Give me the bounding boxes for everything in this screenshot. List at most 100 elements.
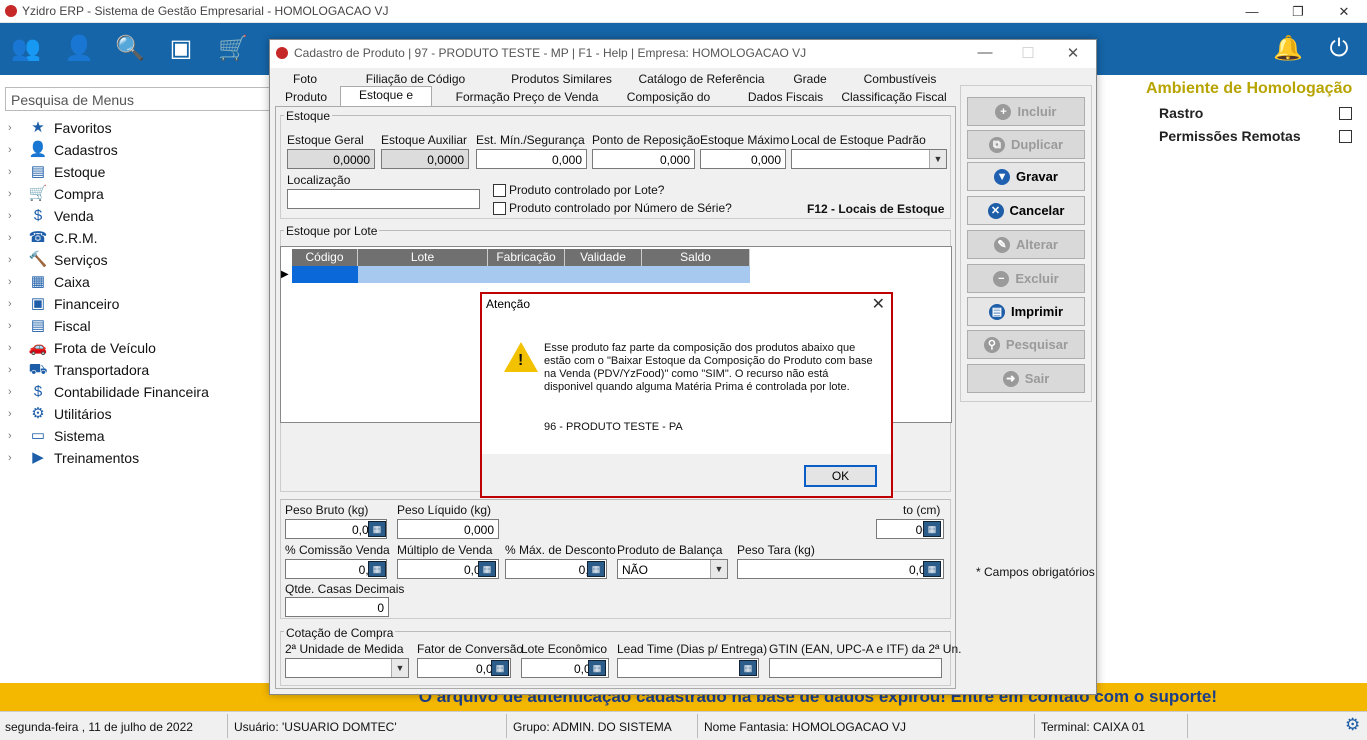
user-card-icon[interactable]: 👤 (62, 33, 96, 65)
tab[interactable]: Foto (275, 70, 335, 88)
casas-decimais-field[interactable]: 0 (285, 597, 389, 617)
calculator-icon[interactable]: ▦ (587, 561, 605, 577)
close-button[interactable]: ✕ (1321, 0, 1367, 23)
chevron-right-icon[interactable]: › (8, 232, 22, 244)
chevron-right-icon[interactable]: › (8, 166, 22, 178)
peso-liquido-field[interactable]: 0,000 (397, 519, 499, 539)
permissoes-checkbox[interactable] (1339, 130, 1352, 143)
action-button[interactable]: ▤ Imprimir (967, 297, 1085, 326)
grid-column-header[interactable]: Saldo (642, 249, 750, 266)
sidebar-item[interactable]: › ▭ Sistema (8, 426, 105, 446)
estoque-minimo-field[interactable]: 0,000 (476, 149, 587, 169)
grid-column-header[interactable]: Lote (358, 249, 488, 266)
sidebar-item[interactable]: › 🚗 Frota de Veículo (8, 338, 156, 358)
chevron-right-icon[interactable]: › (8, 386, 22, 398)
sidebar-item[interactable]: › ▤ Estoque (8, 162, 105, 182)
sidebar-item[interactable]: › ▶ Treinamentos (8, 448, 139, 468)
sidebar-item[interactable]: › ▦ Caixa (8, 272, 90, 292)
chevron-right-icon[interactable]: › (8, 430, 22, 442)
tab[interactable]: Classificação Fiscal (838, 88, 950, 106)
sidebar-item[interactable]: › 👤 Cadastros (8, 140, 118, 160)
action-button[interactable]: ⚲ Pesquisar (967, 330, 1085, 359)
basket-icon[interactable]: 🛒 (216, 33, 250, 65)
table-row[interactable] (358, 266, 750, 283)
sidebar-item[interactable]: › 🛒 Compra (8, 184, 104, 204)
sidebar-item[interactable]: › ⛟ Transportadora (8, 360, 149, 380)
action-button[interactable]: ✎ Alterar (967, 230, 1085, 259)
tab[interactable]: Produtos Similares (493, 70, 630, 88)
chevron-right-icon[interactable]: › (8, 408, 22, 420)
estoque-maximo-field[interactable]: 0,000 (700, 149, 786, 169)
calculator-icon[interactable]: ▦ (739, 660, 757, 676)
settings-gear-icon[interactable]: ⚙ (1345, 715, 1360, 735)
grid-column-header[interactable]: Código (292, 249, 358, 266)
tab[interactable]: Composição do Produto (604, 88, 733, 121)
sidebar-item[interactable]: › ▤ Fiscal (8, 316, 91, 336)
tara-field[interactable]: 0,000 (737, 559, 944, 579)
alert-close-icon[interactable]: ✕ (872, 294, 885, 314)
calculator-icon[interactable]: ▦ (588, 660, 606, 676)
chevron-down-icon[interactable]: ▼ (391, 659, 408, 677)
minimize-button[interactable]: — (1229, 0, 1275, 23)
tab[interactable]: Dados Fiscais (735, 88, 836, 106)
tab[interactable]: Produto (275, 88, 337, 106)
chevron-right-icon[interactable]: › (8, 452, 22, 464)
lote-checkbox[interactable] (493, 184, 506, 197)
action-button[interactable]: + Incluir (967, 97, 1085, 126)
ok-button[interactable]: OK (804, 465, 877, 487)
restore-button[interactable]: ❐ (1275, 0, 1321, 23)
serie-checkbox[interactable] (493, 202, 506, 215)
grid-column-header[interactable]: Validade (565, 249, 642, 266)
grid-column-header[interactable]: Fabricação (488, 249, 565, 266)
dialog-minimize-button[interactable]: — (975, 44, 995, 64)
sidebar-item[interactable]: › ☎ C.R.M. (8, 228, 98, 248)
action-button[interactable]: ⧉ Duplicar (967, 130, 1085, 159)
search-doc-icon[interactable]: 🔍 (113, 33, 147, 65)
chevron-right-icon[interactable]: › (8, 276, 22, 288)
sidebar-item[interactable]: › ▣ Financeiro (8, 294, 119, 314)
tab[interactable]: Combustíveis (842, 70, 958, 88)
calculator-icon[interactable]: ▦ (923, 561, 941, 577)
action-button[interactable]: ✕ Cancelar (967, 196, 1085, 225)
sidebar-item[interactable]: › $ Contabilidade Financeira (8, 382, 209, 402)
calculator-icon[interactable]: ▦ (923, 521, 941, 537)
rastro-checkbox[interactable] (1339, 107, 1352, 120)
chevron-right-icon[interactable]: › (8, 188, 22, 200)
gtin-field[interactable] (769, 658, 942, 678)
calculator-icon[interactable]: ▦ (368, 521, 386, 537)
sidebar-item[interactable]: › 🔨 Serviços (8, 250, 108, 270)
calculator-icon[interactable]: ▦ (478, 561, 496, 577)
action-button[interactable]: ➜ Sair (967, 364, 1085, 393)
action-button[interactable]: ▼ Gravar (967, 162, 1085, 191)
calculator-icon[interactable]: ▦ (368, 561, 386, 577)
menu-search-input[interactable]: Pesquisa de Menus (5, 87, 270, 111)
grid-cell-selected[interactable] (292, 266, 358, 283)
power-icon[interactable]: ⏻ (1322, 33, 1356, 65)
action-button[interactable]: − Excluir (967, 264, 1085, 293)
localizacao-field[interactable] (287, 189, 480, 209)
sidebar-item[interactable]: › ★ Favoritos (8, 118, 112, 138)
chevron-right-icon[interactable]: › (8, 298, 22, 310)
lead-time-field[interactable]: 0 (617, 658, 759, 678)
chevron-right-icon[interactable]: › (8, 122, 22, 134)
local-estoque-select[interactable] (791, 149, 947, 169)
f12-locais-link[interactable]: F12 - Locais de Estoque (807, 202, 944, 216)
chevron-right-icon[interactable]: › (8, 144, 22, 156)
archive-icon[interactable]: ▣ (164, 33, 198, 65)
chevron-right-icon[interactable]: › (8, 342, 22, 354)
chevron-down-icon[interactable]: ▼ (929, 150, 946, 168)
chevron-right-icon[interactable]: › (8, 320, 22, 332)
chevron-right-icon[interactable]: › (8, 210, 22, 222)
sidebar-item[interactable]: › ⚙ Utilitários (8, 404, 112, 424)
tab[interactable]: Grade (776, 70, 844, 88)
tab[interactable]: Catálogo de Referência (621, 70, 782, 88)
chevron-down-icon[interactable]: ▼ (710, 560, 727, 578)
calculator-icon[interactable]: ▦ (491, 660, 509, 676)
tab[interactable]: Estoque e Outros (340, 86, 432, 119)
users-icon[interactable]: 👥 (9, 33, 43, 65)
dialog-close-button[interactable]: ✕ (1063, 44, 1083, 64)
tab[interactable]: Formação Preço de Venda (452, 88, 602, 106)
chevron-right-icon[interactable]: › (8, 364, 22, 376)
sidebar-item[interactable]: › $ Venda (8, 206, 94, 226)
bell-icon[interactable]: 🔔 (1271, 33, 1305, 65)
